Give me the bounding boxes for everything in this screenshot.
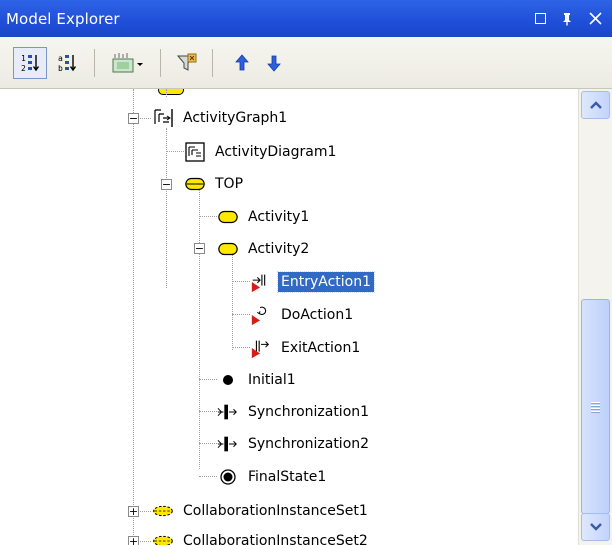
tree-node-finalstate1[interactable]: FinalState1 [217, 462, 329, 492]
tree-node-label: Synchronization2 [248, 436, 370, 452]
tree-connector [166, 89, 167, 97]
tree-node-label: ActivityGraph1 [183, 110, 288, 126]
model-tree[interactable]: − ActivityGraph1 ActivityDiagram1 − TOP … [0, 89, 578, 545]
chevron-down-icon [589, 523, 602, 531]
filter-icon [176, 53, 197, 71]
svg-text:1: 1 [21, 54, 26, 63]
move-up-button[interactable] [225, 47, 259, 79]
float-window-icon[interactable] [535, 13, 546, 24]
chevron-up-icon [589, 101, 602, 109]
state-icon [217, 206, 239, 228]
tree-node-activity2[interactable]: Activity2 [217, 234, 312, 264]
tree-node-label: ActivityDiagram1 [215, 144, 337, 160]
tree-node-synchronization2[interactable]: Synchronization2 [217, 429, 372, 459]
tree-connector [232, 281, 250, 282]
window-controls [535, 0, 602, 37]
tree-node-label: EntryAction1 [276, 271, 376, 293]
tree-node-exitaction1[interactable]: ExitAction1 [250, 333, 363, 363]
final-state-icon [217, 466, 239, 488]
tree-node-label: Activity1 [248, 209, 310, 225]
svg-text:b: b [58, 64, 63, 73]
expand-toggle[interactable]: + [128, 506, 139, 517]
tree-node-label: TOP [215, 176, 244, 192]
move-up-icon [235, 54, 249, 71]
collapse-toggle[interactable]: − [161, 179, 172, 190]
toolbar-separator [212, 49, 213, 77]
tree-node-label: CollaborationInstanceSet1 [183, 503, 368, 519]
exit-action-icon [250, 337, 272, 359]
expand-toggle[interactable]: + [128, 536, 139, 545]
tree-node-label: DoAction1 [281, 307, 354, 323]
tree-node-label: Activity2 [248, 241, 310, 257]
close-icon[interactable] [588, 12, 602, 26]
tree-node-label: ExitAction1 [281, 340, 361, 356]
scroll-down-button[interactable] [581, 513, 610, 541]
new-element-dropdown-button[interactable] [105, 47, 151, 79]
tree-node-initial1[interactable]: Initial1 [217, 365, 299, 395]
entry-action-icon [250, 271, 272, 293]
tree-connector [199, 411, 217, 412]
tree-connector [166, 128, 167, 288]
tree-connector [133, 89, 134, 545]
tree-connector [199, 216, 217, 217]
state-icon [184, 173, 206, 195]
initial-state-icon [217, 369, 239, 391]
diagram-icon [184, 141, 206, 163]
tree-node-collaborationinstanceset1[interactable]: CollaborationInstanceSet1 [152, 496, 371, 526]
tree-connector [199, 379, 217, 380]
sort-alphabetical-button[interactable]: a b [50, 47, 84, 79]
collaboration-icon [152, 500, 174, 522]
tree-node-entryaction1[interactable]: EntryAction1 [250, 267, 376, 297]
toolbar-separator [160, 49, 161, 77]
collapse-toggle[interactable]: − [194, 243, 205, 254]
move-down-button[interactable] [257, 47, 291, 79]
do-action-icon [250, 304, 272, 326]
state-icon [217, 238, 239, 260]
tree-node-synchronization1[interactable]: Synchronization1 [217, 397, 372, 427]
toolbar: 1 2 a b [0, 37, 612, 89]
sort-by-type-icon: 1 2 [21, 54, 40, 73]
tree-node-label: Synchronization1 [248, 404, 370, 420]
tree-connector [166, 151, 184, 152]
tree-node-activitygraph1[interactable]: ActivityGraph1 [152, 103, 290, 133]
grip-icon [591, 400, 600, 414]
tree-node-label: Initial1 [248, 372, 296, 388]
move-down-icon [267, 55, 281, 72]
tree-node-label: FinalState1 [248, 469, 327, 485]
svg-text:2: 2 [21, 64, 26, 73]
tree-connector [199, 443, 217, 444]
tree-node-activitydiagram1[interactable]: ActivityDiagram1 [184, 137, 339, 167]
svg-text:a: a [58, 54, 63, 63]
tree-node-activity1[interactable]: Activity1 [217, 202, 312, 232]
window-title: Model Explorer [6, 9, 120, 28]
activity-graph-icon [152, 107, 174, 129]
sort-alphabetical-icon: a b [58, 54, 77, 73]
tree-node-label: CollaborationInstanceSet2 [183, 533, 368, 545]
tree-node-top[interactable]: TOP [184, 169, 246, 199]
tree-node-collaborationinstanceset2[interactable]: CollaborationInstanceSet2 [152, 526, 371, 545]
sort-by-type-button[interactable]: 1 2 [13, 47, 47, 79]
synchronization-icon [217, 433, 239, 455]
tree-connector [199, 476, 217, 477]
synchronization-icon [217, 401, 239, 423]
pin-icon[interactable] [560, 12, 574, 26]
tree-connector [232, 314, 250, 315]
filter-button[interactable] [170, 47, 204, 79]
collapse-toggle[interactable]: − [128, 113, 139, 124]
new-element-dropdown-icon [112, 53, 143, 73]
vertical-scrollbar[interactable] [578, 89, 612, 545]
tree-connector [232, 254, 233, 350]
tree-node-doaction1[interactable]: DoAction1 [250, 300, 356, 330]
tree-connector [199, 189, 200, 469]
title-bar: Model Explorer [0, 0, 612, 37]
state-icon [158, 89, 184, 95]
scroll-thumb[interactable] [581, 299, 610, 514]
collaboration-icon [152, 530, 174, 545]
scroll-up-button[interactable] [581, 91, 610, 119]
toolbar-separator [94, 49, 95, 77]
tree-connector [232, 347, 250, 348]
